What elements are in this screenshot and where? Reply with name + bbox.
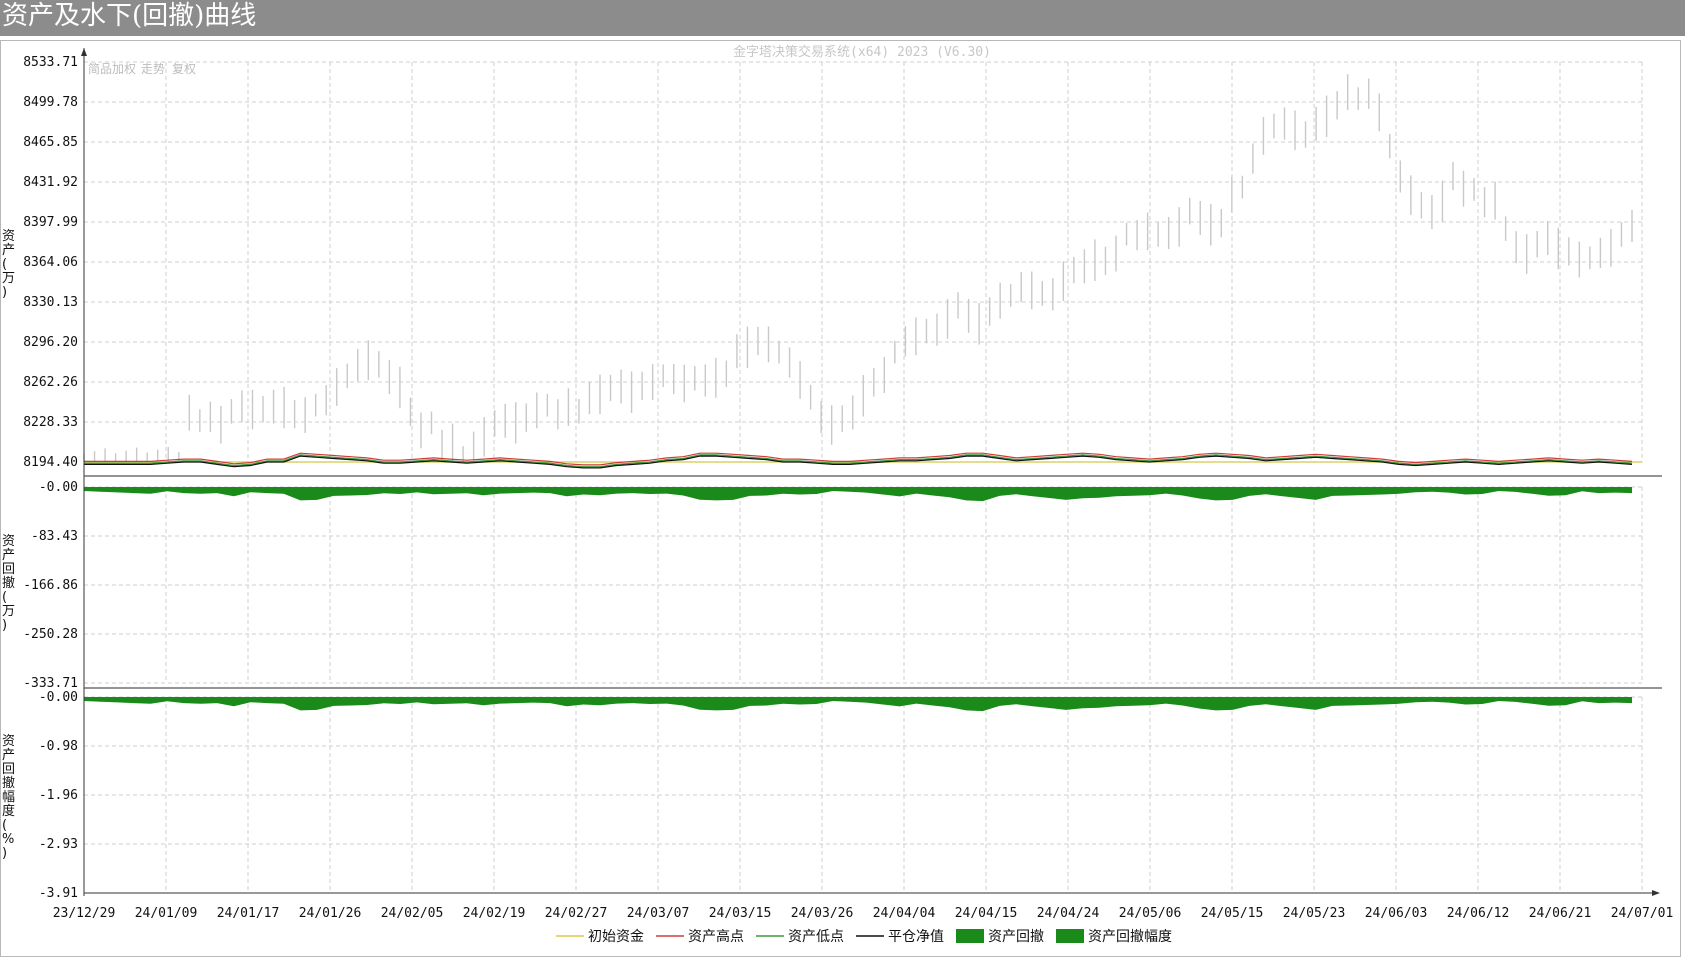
x-tick-label: 24/02/19 <box>463 906 526 921</box>
x-tick-label: 24/06/21 <box>1529 906 1592 921</box>
y-axis-label-char: 撤 <box>2 775 15 791</box>
legend-label: 资产高点 <box>688 928 744 945</box>
y-axis-label-char: ( <box>2 818 7 833</box>
x-tick-label: 24/03/07 <box>627 906 690 921</box>
y-tick-label: -1.96 <box>39 788 78 803</box>
y-axis-label-char: 资 <box>2 229 15 244</box>
legend-item: 资产回撤 <box>956 929 1044 945</box>
y-tick-label: 8296.20 <box>23 335 78 350</box>
y-axis-label-char: 回 <box>2 562 15 577</box>
x-tick-label: 24/05/15 <box>1201 906 1264 921</box>
drawdown-area <box>84 487 1632 502</box>
y-tick-label: -333.71 <box>23 676 78 691</box>
legend-label: 平仓净值 <box>888 929 944 945</box>
y-tick-label: -0.00 <box>39 480 78 495</box>
y-tick-label: -250.28 <box>23 627 78 642</box>
y-tick-label: 8397.99 <box>23 215 78 230</box>
x-tick-label: 24/02/05 <box>381 906 444 921</box>
y-tick-label: 8262.26 <box>23 375 78 390</box>
legend-item: 资产高点 <box>656 928 744 945</box>
y-tick-label: -0.98 <box>39 739 78 754</box>
legend-item: 平仓净值 <box>856 929 944 945</box>
x-tick-label: 24/04/04 <box>873 906 936 921</box>
x-tick-label: 24/01/17 <box>217 906 280 921</box>
watermark-text: 金字塔决策交易系统(x64) 2023 (V6.30) <box>733 44 991 60</box>
legend-label: 资产低点 <box>788 929 844 945</box>
x-tick-label: 24/02/27 <box>545 906 608 921</box>
legend-label: 初始资金 <box>588 928 644 945</box>
option-weighted[interactable]: 简品加权 <box>88 62 136 76</box>
x-tick-label: 24/04/15 <box>955 906 1018 921</box>
y-tick-label: 8364.06 <box>23 255 78 270</box>
y-axis-label-char: 回 <box>2 762 15 777</box>
x-tick-label: 24/07/01 <box>1611 906 1674 921</box>
x-tick-label: 24/01/26 <box>299 906 362 921</box>
legend-label: 资产回撤幅度 <box>1088 929 1172 945</box>
drawdown-pct-area <box>84 697 1632 712</box>
y-axis-arrow <box>81 48 87 56</box>
y-axis-label-char: 万 <box>2 271 15 286</box>
y-axis-label-char: 幅 <box>2 790 15 805</box>
y-axis-label-char: ( <box>2 590 7 605</box>
y-tick-label: 8228.33 <box>23 415 78 430</box>
x-tick-label: 24/06/03 <box>1365 906 1428 921</box>
y-tick-label: 8499.78 <box>23 95 78 110</box>
legend-item: 资产低点 <box>756 929 844 945</box>
y-axis-label-char: % <box>2 832 14 847</box>
y-axis-label-char: 产 <box>2 243 15 258</box>
y-tick-label: -83.43 <box>31 529 78 544</box>
x-axis-arrow <box>1652 890 1660 896</box>
legend-label: 资产回撤 <box>988 929 1044 945</box>
y-tick-label: 8465.85 <box>23 135 78 150</box>
y-axis-label-char: 万 <box>2 604 15 619</box>
legend-swatch-box <box>1056 929 1084 943</box>
x-tick-label: 23/12/29 <box>53 906 116 921</box>
y-tick-label: -0.00 <box>39 690 78 705</box>
y-axis-label-char: ) <box>2 846 7 861</box>
x-tick-label: 24/05/06 <box>1119 906 1182 921</box>
y-tick-label: 8194.40 <box>23 455 78 470</box>
y-axis-label-char: 撤 <box>2 575 15 591</box>
x-tick-label: 24/03/15 <box>709 906 772 921</box>
y-axis-label-char: ) <box>2 285 7 300</box>
x-tick-label: 24/04/24 <box>1037 906 1100 921</box>
option-adjust[interactable]: 复权 <box>172 62 196 76</box>
y-axis-label-char: ( <box>2 257 7 272</box>
x-tick-label: 24/05/23 <box>1283 906 1346 921</box>
y-tick-label: 8330.13 <box>23 295 78 310</box>
y-axis-label-char: 资 <box>2 734 15 749</box>
y-tick-label: 8431.92 <box>23 175 78 190</box>
legend-item: 初始资金 <box>556 928 644 945</box>
y-axis-label-char: ) <box>2 618 7 633</box>
x-tick-label: 24/03/26 <box>791 906 854 921</box>
y-tick-label: 8533.71 <box>23 55 78 70</box>
y-axis-label-char: 度 <box>2 803 15 819</box>
y-tick-label: -2.93 <box>39 837 78 852</box>
legend-item: 资产回撤幅度 <box>1056 929 1172 945</box>
y-tick-label: -166.86 <box>23 578 78 593</box>
x-tick-label: 24/06/12 <box>1447 906 1510 921</box>
y-axis-label-char: 产 <box>2 748 15 763</box>
legend-swatch-box <box>956 929 984 943</box>
x-tick-label: 24/01/09 <box>135 906 198 921</box>
asset-drawdown-chart: 金字塔决策交易系统(x64) 2023 (V6.30) 简品加权 走势 复权 8… <box>2 44 1674 945</box>
y-axis-label-char: 资 <box>2 534 15 549</box>
y-axis-label-char: 产 <box>2 548 15 563</box>
y-tick-label: -3.91 <box>39 886 78 901</box>
option-trend[interactable]: 走势 <box>141 62 165 76</box>
